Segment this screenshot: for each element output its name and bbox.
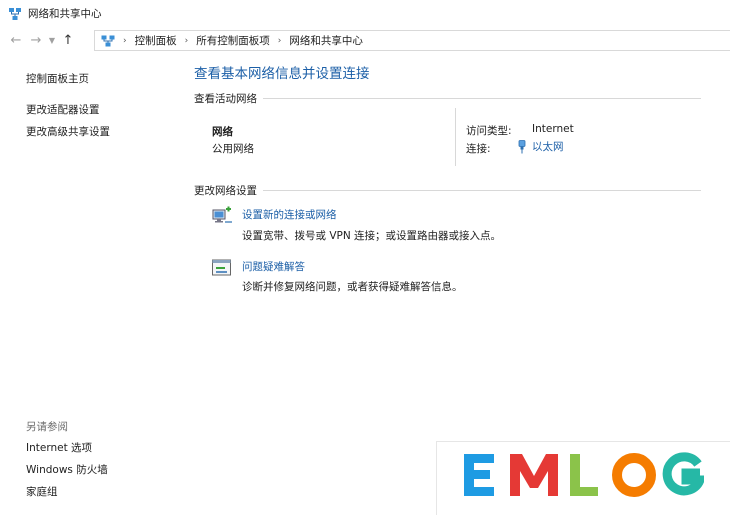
see-also-heading: 另请参阅 bbox=[26, 421, 68, 433]
window-title: 网络和共享中心 bbox=[28, 8, 102, 20]
up-arrow-icon[interactable]: ↑ bbox=[58, 31, 78, 51]
troubleshoot-link[interactable]: 问题疑难解答 bbox=[242, 259, 305, 274]
recent-chevron-icon[interactable]: ▼ bbox=[46, 31, 58, 51]
link-control-panel-home[interactable]: 控制面板主页 bbox=[26, 71, 89, 86]
link-change-advanced-sharing[interactable]: 更改高级共享设置 bbox=[26, 124, 110, 139]
breadcrumb-all-items[interactable]: 所有控制面板项 bbox=[196, 33, 270, 48]
breadcrumb-separator-icon[interactable]: › bbox=[123, 36, 127, 46]
section-divider bbox=[263, 98, 701, 99]
address-bar[interactable]: › 控制面板 › 所有控制面板项 › 网络和共享中心 bbox=[94, 30, 730, 51]
link-change-adapter-settings[interactable]: 更改适配器设置 bbox=[26, 102, 100, 117]
network-name: 网络 bbox=[212, 126, 233, 138]
change-settings-header: 更改网络设置 bbox=[194, 183, 701, 198]
setup-new-connection-link[interactable]: 设置新的连接或网络 bbox=[242, 207, 337, 222]
breadcrumb-control-panel[interactable]: 控制面板 bbox=[135, 33, 177, 48]
breadcrumb-separator-icon[interactable]: › bbox=[185, 36, 189, 46]
setup-new-connection-desc: 设置宽带、拨号或 VPN 连接；或设置路由器或接入点。 bbox=[242, 230, 502, 242]
title-bar: 网络和共享中心 bbox=[0, 0, 730, 27]
change-settings-label: 更改网络设置 bbox=[194, 185, 257, 197]
link-windows-firewall[interactable]: Windows 防火墙 bbox=[26, 462, 108, 477]
troubleshoot-icon bbox=[212, 259, 231, 276]
control-panel-icon bbox=[101, 35, 115, 46]
link-internet-options[interactable]: Internet 选项 bbox=[26, 440, 92, 455]
ethernet-icon bbox=[518, 139, 526, 153]
active-networks-label: 查看活动网络 bbox=[194, 93, 257, 105]
troubleshoot-desc: 诊断并修复网络问题，或者获得疑难解答信息。 bbox=[242, 281, 463, 293]
link-homegroup[interactable]: 家庭组 bbox=[26, 484, 58, 499]
active-networks-header: 查看活动网络 bbox=[194, 91, 701, 106]
left-panel: 控制面板主页 更改适配器设置 更改高级共享设置 另请参阅 Internet 选项… bbox=[0, 54, 180, 515]
navigation-bar: ← → ▼ ↑ › 控制面板 › 所有控制面板项 › 网络和共享中心 bbox=[0, 27, 730, 54]
network-center-icon bbox=[9, 7, 21, 20]
connection-label: 连接: bbox=[466, 143, 491, 155]
forward-arrow-icon[interactable]: → bbox=[26, 31, 46, 51]
network-category: 公用网络 bbox=[212, 143, 254, 155]
access-type-value: Internet bbox=[532, 123, 574, 135]
section-divider bbox=[263, 190, 701, 191]
back-arrow-icon[interactable]: ← bbox=[6, 31, 26, 51]
connection-value[interactable]: 以太网 bbox=[532, 139, 564, 154]
access-type-label: 访问类型: bbox=[466, 125, 512, 137]
emlog-watermark-logo bbox=[464, 452, 704, 497]
breadcrumb-network-center[interactable]: 网络和共享中心 bbox=[289, 33, 363, 48]
new-connection-icon bbox=[212, 206, 232, 223]
page-title: 查看基本网络信息并设置连接 bbox=[194, 66, 370, 82]
breadcrumb-separator-icon[interactable]: › bbox=[278, 36, 282, 46]
vertical-divider bbox=[455, 108, 456, 166]
connection-ethernet-link[interactable]: 以太网 bbox=[518, 139, 564, 154]
